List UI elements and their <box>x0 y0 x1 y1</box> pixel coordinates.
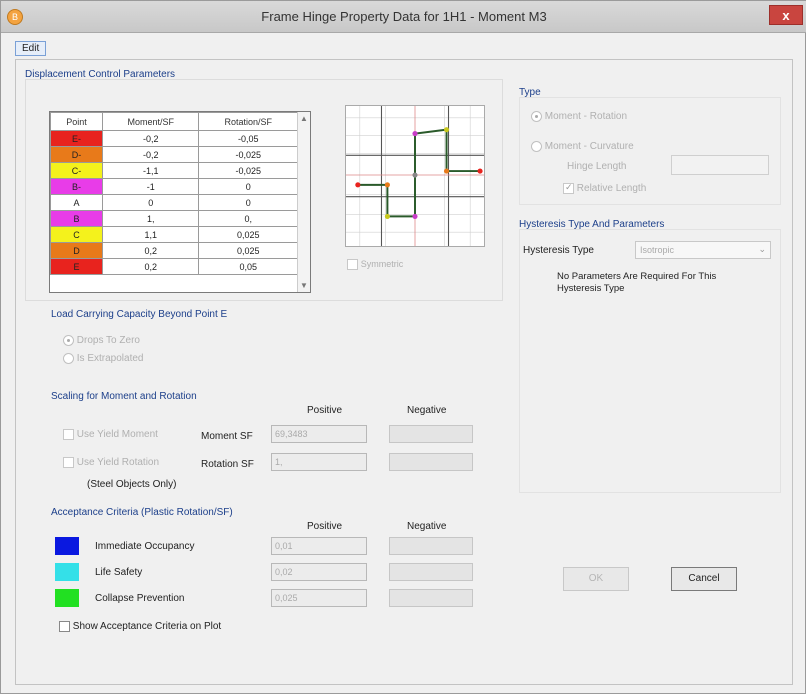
cell-moment[interactable]: 1,1 <box>101 226 200 243</box>
cell-moment[interactable]: -1,1 <box>101 162 200 179</box>
menu-edit[interactable]: Edit <box>15 41 47 56</box>
extrapolated-radio[interactable] <box>63 353 74 364</box>
cell-rotation[interactable]: 0 <box>198 194 298 211</box>
ls-positive-field[interactable]: 0,02 <box>271 563 367 581</box>
cell-moment[interactable]: 0,2 <box>101 242 200 259</box>
show-acceptance-option[interactable]: Show Acceptance Criteria on Plot <box>59 621 221 632</box>
cell-rotation[interactable]: -0,025 <box>198 146 298 163</box>
scroll-down-icon[interactable]: ▼ <box>300 281 308 290</box>
io-color-swatch[interactable] <box>55 537 79 555</box>
cp-label: Collapse Prevention <box>95 593 185 604</box>
title-bar: B Frame Hinge Property Data for 1H1 - Mo… <box>1 1 806 33</box>
cell-rotation[interactable]: 0, <box>198 210 298 227</box>
cell-point[interactable]: B <box>50 210 103 227</box>
table-row[interactable]: C- -1,1 -0,025 <box>50 162 298 179</box>
ok-button[interactable]: OK <box>563 567 629 591</box>
hinge-property-dialog: B Frame Hinge Property Data for 1H1 - Mo… <box>0 0 806 694</box>
rotation-sf-label: Rotation SF <box>201 459 254 470</box>
symmetric-option[interactable]: Symmetric <box>347 259 403 270</box>
scroll-up-icon[interactable]: ▲ <box>300 114 308 123</box>
hysteresis-group <box>519 229 781 493</box>
table-row[interactable]: E- -0,2 -0,05 <box>50 130 298 147</box>
table-row[interactable]: A00 <box>50 194 298 211</box>
moment-sf-positive-field[interactable]: 69,3483 <box>271 425 367 443</box>
use-yield-moment-checkbox[interactable] <box>63 429 74 440</box>
ls-color-swatch[interactable] <box>55 563 79 581</box>
io-negative-field[interactable] <box>389 537 473 555</box>
show-acceptance-label: Show Acceptance Criteria on Plot <box>72 621 222 633</box>
col-header-rotation: Rotation/SF <box>198 112 298 131</box>
table-row[interactable]: B- -1 0 <box>50 178 298 195</box>
moment-sf-negative-field[interactable] <box>389 425 473 443</box>
cell-point[interactable]: A <box>50 194 103 211</box>
cell-point[interactable]: E- <box>50 130 103 147</box>
io-positive-field[interactable]: 0,01 <box>271 537 367 555</box>
acceptance-section-title: Acceptance Criteria (Plastic Rotation/SF… <box>51 507 233 518</box>
cp-color-swatch[interactable] <box>55 589 79 607</box>
load-section-title: Load Carrying Capacity Beyond Point E <box>51 309 228 320</box>
acceptance-negative-header: Negative <box>407 521 447 532</box>
cell-rotation[interactable]: 0,05 <box>198 258 298 275</box>
cell-moment[interactable]: -0,2 <box>101 130 200 147</box>
extrapolated-label: Is Extrapolated <box>76 353 144 365</box>
table-row[interactable]: D- -0,2 -0,025 <box>50 146 298 163</box>
moment-sf-label: Moment SF <box>201 431 253 442</box>
io-label: Immediate Occupancy <box>95 541 195 552</box>
cell-point[interactable]: C <box>50 226 103 243</box>
cp-negative-field[interactable] <box>389 589 473 607</box>
table-row[interactable]: B 1, 0, <box>50 210 298 227</box>
window-title: Frame Hinge Property Data for 1H1 - Mome… <box>261 9 547 24</box>
menu-bar: Edit <box>15 41 47 56</box>
drops-to-zero-label: Drops To Zero <box>76 335 140 347</box>
cell-point[interactable]: C- <box>50 162 103 179</box>
scaling-section-title: Scaling for Moment and Rotation <box>51 391 197 402</box>
cell-rotation[interactable]: -0,025 <box>198 162 298 179</box>
cell-point[interactable]: D <box>50 242 103 259</box>
scaling-negative-header: Negative <box>407 405 447 416</box>
col-header-moment: Moment/SF <box>101 112 200 131</box>
cell-rotation[interactable]: 0,025 <box>198 242 298 259</box>
drops-to-zero-radio[interactable] <box>63 335 74 346</box>
cp-positive-field[interactable]: 0,025 <box>271 589 367 607</box>
table-row[interactable]: C 1,1 0,025 <box>50 226 298 243</box>
hinge-curve-plot <box>345 105 485 247</box>
cell-moment[interactable]: 0,2 <box>101 258 200 275</box>
use-yield-rotation-label: Use Yield Rotation <box>76 457 160 469</box>
points-table[interactable]: Point Moment/SF Rotation/SF E- -0,2 -0,05 D… <box>49 111 311 293</box>
cell-rotation[interactable]: 0 <box>198 178 298 195</box>
table-row[interactable]: D 0,2 0,025 <box>50 242 298 259</box>
cell-point[interactable]: B- <box>50 178 103 195</box>
use-yield-rotation-option[interactable]: Use Yield Rotation <box>63 457 159 468</box>
ls-negative-field[interactable] <box>389 563 473 581</box>
use-yield-moment-option[interactable]: Use Yield Moment <box>63 429 158 440</box>
show-acceptance-checkbox[interactable] <box>59 621 70 632</box>
acceptance-positive-header: Positive <box>307 521 343 532</box>
use-yield-moment-label: Use Yield Moment <box>76 429 158 441</box>
cell-moment[interactable]: 1, <box>101 210 200 227</box>
cell-point[interactable]: E <box>50 258 103 275</box>
cell-moment[interactable]: -0,2 <box>101 146 200 163</box>
ls-label: Life Safety <box>95 567 143 578</box>
symmetric-label: Symmetric <box>360 259 404 270</box>
type-group <box>519 97 781 205</box>
rotation-sf-negative-field[interactable] <box>389 453 473 471</box>
symmetric-checkbox[interactable] <box>347 259 358 270</box>
close-button[interactable]: x <box>769 5 803 25</box>
use-yield-rotation-checkbox[interactable] <box>63 457 74 468</box>
cell-moment[interactable]: -1 <box>101 178 200 195</box>
drops-to-zero-option[interactable]: Drops To Zero <box>63 335 140 346</box>
cancel-button[interactable]: Cancel <box>671 567 737 591</box>
table-scrollbar[interactable]: ▲ ▼ <box>297 112 310 292</box>
cell-moment[interactable]: 0 <box>101 194 200 211</box>
cell-rotation[interactable]: -0,05 <box>198 130 298 147</box>
rotation-sf-positive-field[interactable]: 1, <box>271 453 367 471</box>
table-row[interactable]: E 0,2 0,05 <box>50 258 298 275</box>
col-header-point: Point <box>50 112 103 131</box>
extrapolated-option[interactable]: Is Extrapolated <box>63 353 144 364</box>
cell-point[interactable]: D- <box>50 146 103 163</box>
steel-objects-note: (Steel Objects Only) <box>87 479 177 490</box>
scaling-positive-header: Positive <box>307 405 343 416</box>
cell-rotation[interactable]: 0,025 <box>198 226 298 243</box>
